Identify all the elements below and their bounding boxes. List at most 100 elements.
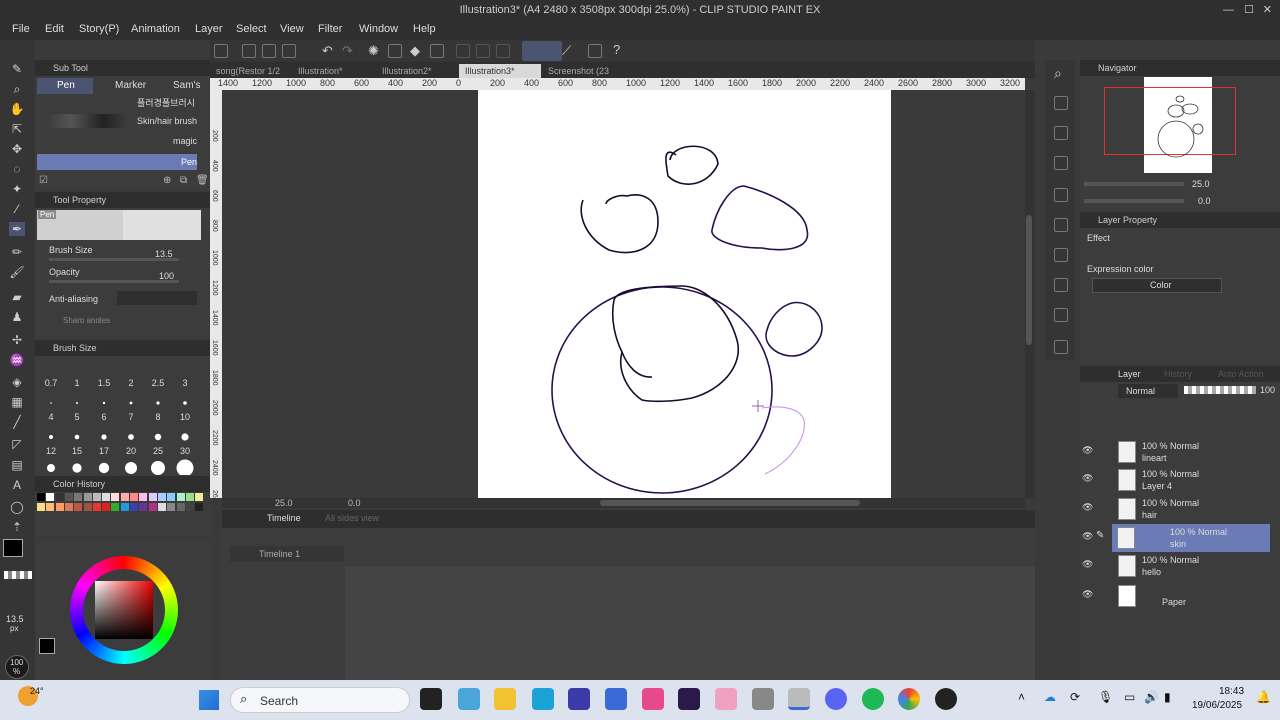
menu-edit[interactable]: Edit (45, 23, 64, 35)
color-history-swatch[interactable] (185, 493, 194, 501)
eyedropper-icon[interactable]: ⁄ (9, 202, 25, 216)
app-icon-4[interactable] (605, 688, 627, 710)
material-icon[interactable] (1054, 96, 1068, 110)
color-history-swatch[interactable] (111, 493, 120, 501)
subtool-settings-icon[interactable]: ☑ (39, 175, 48, 186)
tray-chevron-icon[interactable]: ˄ (1018, 690, 1025, 704)
canvas-zoom-value[interactable]: 25.0 (275, 498, 293, 508)
color-history-swatch[interactable] (37, 503, 45, 511)
layer-opacity-slider[interactable] (1184, 386, 1256, 394)
color-history-swatch[interactable] (176, 503, 185, 511)
color-history-swatch[interactable] (102, 503, 111, 511)
fill-icon[interactable]: ◆ (410, 43, 420, 59)
color-history-swatch[interactable] (46, 493, 55, 501)
snap-toggle[interactable] (522, 41, 562, 61)
color-history-swatch[interactable] (157, 493, 166, 501)
balloon-tool-icon[interactable]: ◯ (9, 500, 25, 514)
app-icon-7[interactable] (752, 688, 774, 710)
fill-tool-icon[interactable]: ◈ (9, 375, 25, 389)
tab-layer[interactable]: Layer (1118, 369, 1141, 379)
pen-tool-icon[interactable]: ✎ (9, 62, 25, 76)
horizontal-scroll-thumb[interactable] (600, 500, 860, 506)
menu-view[interactable]: View (280, 23, 304, 35)
size-1[interactable]: 1 (66, 378, 88, 388)
eraser-tool-icon[interactable]: ▰ (9, 290, 25, 304)
pencil-tool-icon[interactable]: ✏ (9, 245, 25, 259)
copy-subtool-icon[interactable]: ⧉ (180, 175, 187, 186)
opacity-slider[interactable] (49, 280, 179, 283)
color-history-swatch[interactable] (83, 503, 92, 511)
correct-line-icon[interactable]: ⇡ (9, 520, 25, 534)
loading-icon[interactable]: ✺ (368, 43, 379, 59)
notification-icon[interactable]: 🔔 (1256, 690, 1271, 704)
grid-icon[interactable] (588, 44, 602, 58)
crop-icon[interactable] (496, 44, 510, 58)
color-history-swatch[interactable] (92, 503, 101, 511)
layer-row-paper[interactable]: 👁 Paper (1080, 582, 1270, 610)
brush-tool-icon[interactable]: 🖌 (9, 265, 25, 279)
app-icon-2[interactable] (532, 688, 554, 710)
history-icon[interactable] (1054, 278, 1068, 292)
timeline-tab[interactable]: Timeline (267, 513, 301, 523)
size-2[interactable]: 2 (120, 378, 142, 388)
layer-row-hair[interactable]: 👁 100 % Normal hair (1080, 495, 1270, 523)
color-history-swatch[interactable] (120, 503, 129, 511)
clock-date[interactable]: 19/06/2025 (1192, 700, 1242, 711)
tab-sams[interactable]: Sam's (155, 78, 207, 94)
menu-animation[interactable]: Animation (131, 23, 180, 35)
tab-illustration[interactable]: Illustration* (292, 64, 367, 78)
color-history-swatch[interactable] (92, 493, 101, 501)
onedrive-icon[interactable]: ☁ (1044, 690, 1056, 704)
menu-file[interactable]: File (12, 23, 30, 35)
brush-item-4[interactable]: Pen (37, 154, 197, 170)
color-history-swatch[interactable] (167, 503, 176, 511)
battery-icon[interactable]: ▮ (1164, 690, 1171, 704)
color-history-swatch[interactable] (148, 503, 157, 511)
close-button[interactable]: ✕ (1263, 0, 1272, 20)
all-sides-tab[interactable]: All sides view (325, 513, 379, 523)
pen-active-icon[interactable]: ✒ (9, 222, 25, 236)
app-icon-3[interactable] (568, 688, 590, 710)
invert-selection-icon[interactable] (476, 44, 490, 58)
color-history-swatch[interactable] (102, 493, 111, 501)
main-color-swatch[interactable] (3, 539, 23, 557)
color-square[interactable] (95, 581, 153, 639)
brush-item-2[interactable]: Skin/hair brush (37, 116, 197, 130)
brush-item-1[interactable]: 플러경폴브러시 (37, 96, 197, 110)
quick-access-icon[interactable] (1054, 340, 1068, 354)
brush-size-slider[interactable] (49, 258, 179, 261)
color-history-swatch[interactable] (195, 493, 204, 501)
brush-item-3[interactable]: magic (37, 136, 197, 150)
color-history-swatch[interactable] (176, 493, 185, 501)
add-subtool-icon[interactable]: ⊕ (163, 175, 171, 186)
tab-marker[interactable]: Marker (97, 78, 153, 94)
layer-row-skin-selected[interactable]: 100 % Normal skin (1112, 524, 1270, 552)
ruler-icon[interactable]: ⟋ (562, 43, 571, 59)
layer-row-hello[interactable]: 👁 100 % Normal hello (1080, 552, 1270, 580)
tab-pen[interactable]: Pen (37, 78, 93, 94)
discord-icon[interactable] (825, 688, 847, 710)
app-icon-1[interactable] (458, 688, 480, 710)
task-view-icon[interactable] (420, 688, 442, 710)
help-icon[interactable]: ? (613, 42, 620, 57)
canvas-angle-value[interactable]: 0.0 (348, 498, 361, 508)
color-history-swatch[interactable] (195, 503, 204, 511)
size-1-5[interactable]: 1.5 (93, 378, 115, 388)
premiere-icon[interactable] (678, 688, 700, 710)
auto-select-icon[interactable]: ✦ (9, 182, 25, 196)
file-explorer-icon[interactable] (494, 688, 516, 710)
color-history-swatch[interactable] (120, 493, 129, 501)
timeline-track-area[interactable] (345, 566, 1035, 680)
item-bank-icon[interactable] (1054, 218, 1068, 232)
visibility-eye-icon[interactable]: 👁 (1082, 559, 1094, 569)
zoom-tool-icon[interactable]: ⌕ (9, 82, 25, 96)
visibility-eye-icon[interactable]: 👁 (1082, 473, 1094, 483)
app-icon[interactable] (214, 44, 228, 58)
start-button[interactable] (199, 690, 219, 710)
menu-story[interactable]: Story(P) (79, 23, 119, 35)
color-history-swatch[interactable] (83, 493, 92, 501)
lasso-tool-icon[interactable]: ◌ (9, 162, 25, 176)
tab-illustration2[interactable]: Illustration2* (376, 64, 458, 78)
network-icon[interactable]: ▭ (1124, 690, 1135, 704)
clear-icon[interactable] (388, 44, 402, 58)
